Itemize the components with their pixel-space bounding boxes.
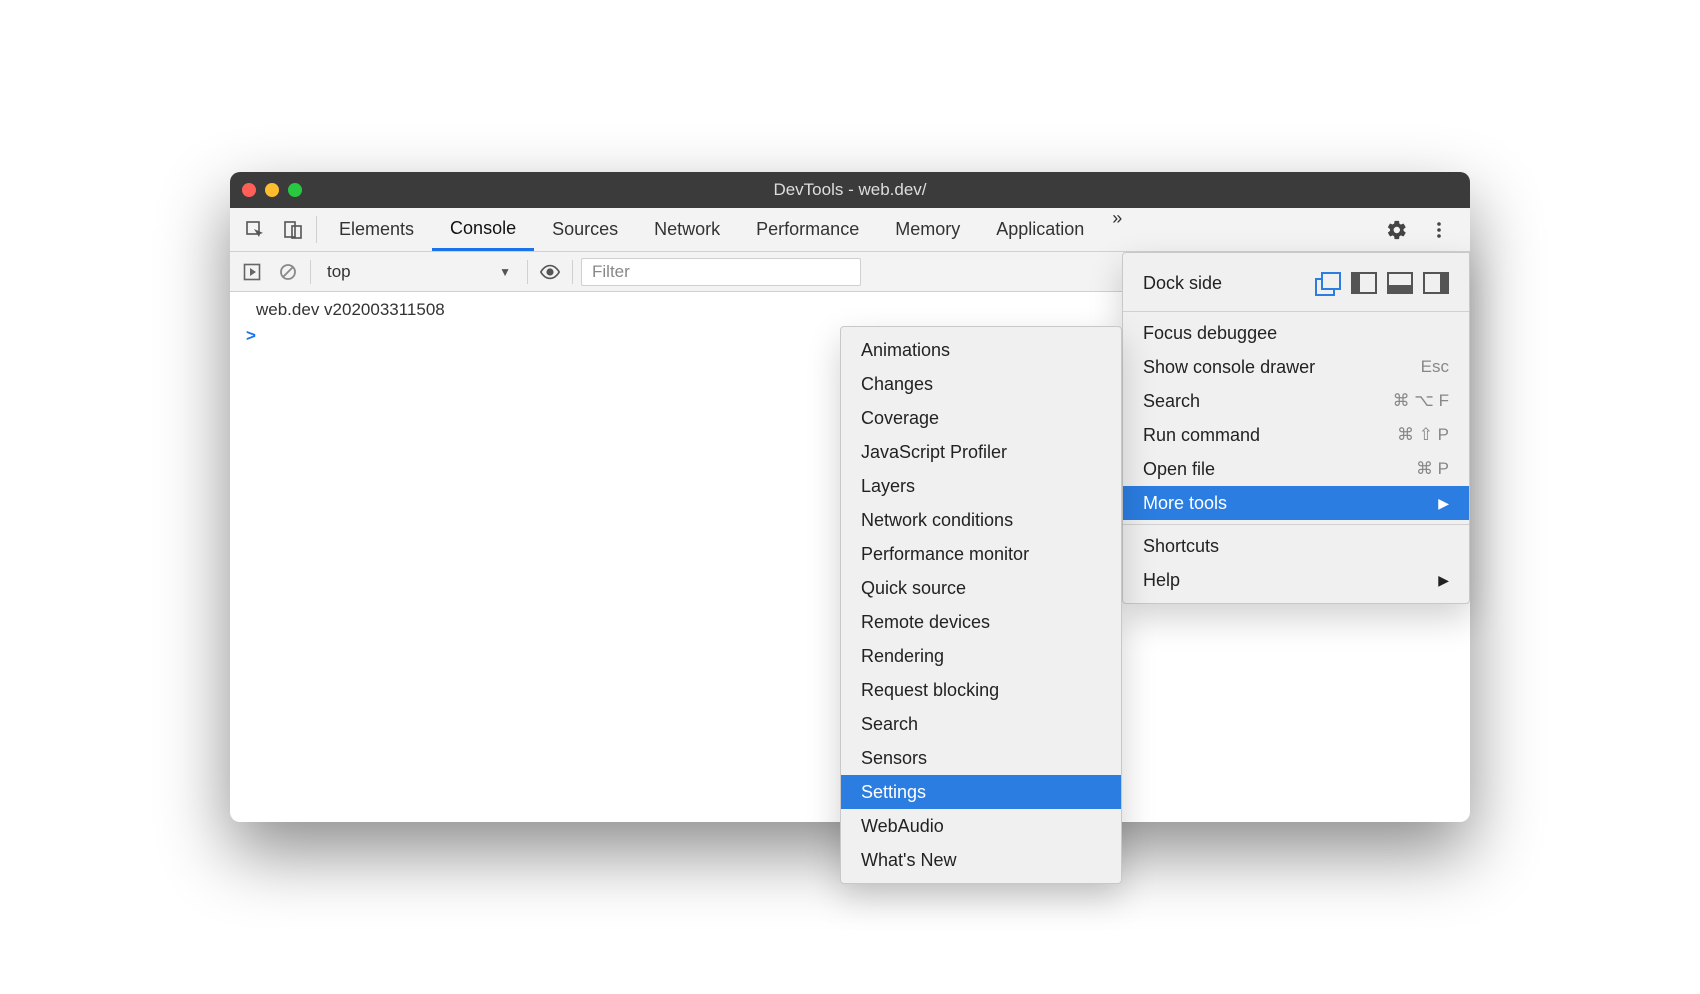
submenu-item-label: Network conditions bbox=[861, 510, 1013, 531]
tab-elements[interactable]: Elements bbox=[321, 208, 432, 251]
submenu-item-label: Coverage bbox=[861, 408, 939, 429]
menu-item-label: Help bbox=[1143, 570, 1180, 591]
dock-right-icon[interactable] bbox=[1423, 272, 1449, 294]
submenu-arrow-icon: ▶ bbox=[1438, 495, 1449, 512]
menu-item-label: Search bbox=[1143, 391, 1200, 412]
menu-shortcut: ⌘ ⇧ P bbox=[1397, 425, 1449, 445]
menu-shortcuts[interactable]: Shortcuts bbox=[1123, 529, 1469, 563]
menu-search[interactable]: Search ⌘ ⌥ F bbox=[1123, 384, 1469, 418]
tab-memory[interactable]: Memory bbox=[877, 208, 978, 251]
tab-network[interactable]: Network bbox=[636, 208, 738, 251]
submenu-item-label: What's New bbox=[861, 850, 956, 871]
submenu-arrow-icon: ▶ bbox=[1438, 572, 1449, 589]
submenu-item-network-conditions[interactable]: Network conditions bbox=[841, 503, 1121, 537]
submenu-item-label: Remote devices bbox=[861, 612, 990, 633]
separator bbox=[527, 260, 528, 284]
menu-item-label: Focus debuggee bbox=[1143, 323, 1277, 344]
separator bbox=[572, 260, 573, 284]
close-window-button[interactable] bbox=[242, 183, 256, 197]
panel-tabbar: Elements Console Sources Network Perform… bbox=[230, 208, 1470, 252]
submenu-item-label: Layers bbox=[861, 476, 915, 497]
inspect-element-icon[interactable] bbox=[236, 208, 274, 251]
menu-shortcut: ⌘ ⌥ F bbox=[1393, 391, 1449, 411]
submenu-item-remote-devices[interactable]: Remote devices bbox=[841, 605, 1121, 639]
separator bbox=[310, 260, 311, 284]
submenu-item-search[interactable]: Search bbox=[841, 707, 1121, 741]
traffic-lights bbox=[242, 183, 302, 197]
tab-sources[interactable]: Sources bbox=[534, 208, 636, 251]
submenu-item-label: Animations bbox=[861, 340, 950, 361]
submenu-item-label: Changes bbox=[861, 374, 933, 395]
menu-separator bbox=[1123, 524, 1469, 525]
play-icon[interactable] bbox=[238, 258, 266, 286]
submenu-item-label: JavaScript Profiler bbox=[861, 442, 1007, 463]
main-menu: Dock side Focus debuggee Show console dr… bbox=[1122, 252, 1470, 604]
menu-item-label: Show console drawer bbox=[1143, 357, 1315, 378]
tab-console[interactable]: Console bbox=[432, 208, 534, 251]
submenu-item-label: WebAudio bbox=[861, 816, 944, 837]
submenu-item-animations[interactable]: Animations bbox=[841, 333, 1121, 367]
tab-performance[interactable]: Performance bbox=[738, 208, 877, 251]
menu-item-label: More tools bbox=[1143, 493, 1227, 514]
menu-run-command[interactable]: Run command ⌘ ⇧ P bbox=[1123, 418, 1469, 452]
submenu-item-label: Quick source bbox=[861, 578, 966, 599]
settings-gear-icon[interactable] bbox=[1378, 219, 1416, 241]
separator bbox=[316, 216, 317, 243]
menu-item-label: Run command bbox=[1143, 425, 1260, 446]
submenu-item-label: Sensors bbox=[861, 748, 927, 769]
dock-bottom-icon[interactable] bbox=[1387, 272, 1413, 294]
titlebar: DevTools - web.dev/ bbox=[230, 172, 1470, 208]
window-title: DevTools - web.dev/ bbox=[230, 180, 1470, 200]
submenu-item-label: Search bbox=[861, 714, 918, 735]
submenu-item-quick-source[interactable]: Quick source bbox=[841, 571, 1121, 605]
more-tools-submenu: Animations Changes Coverage JavaScript Prof… bbox=[840, 326, 1122, 884]
submenu-item-what-s-new[interactable]: What's New bbox=[841, 843, 1121, 877]
devtools-window: DevTools - web.dev/ Elements Console Sou… bbox=[230, 172, 1470, 822]
menu-show-console-drawer[interactable]: Show console drawer Esc bbox=[1123, 350, 1469, 384]
menu-help[interactable]: Help ▶ bbox=[1123, 563, 1469, 597]
dock-undock-icon[interactable] bbox=[1315, 272, 1341, 294]
submenu-item-coverage[interactable]: Coverage bbox=[841, 401, 1121, 435]
submenu-item-rendering[interactable]: Rendering bbox=[841, 639, 1121, 673]
menu-focus-debuggee[interactable]: Focus debuggee bbox=[1123, 316, 1469, 350]
zoom-window-button[interactable] bbox=[288, 183, 302, 197]
tab-application[interactable]: Application bbox=[978, 208, 1102, 251]
context-value: top bbox=[327, 262, 351, 282]
submenu-item-changes[interactable]: Changes bbox=[841, 367, 1121, 401]
submenu-item-performance-monitor[interactable]: Performance monitor bbox=[841, 537, 1121, 571]
dock-side-row: Dock side bbox=[1123, 259, 1469, 307]
context-selector[interactable]: top ▼ bbox=[319, 258, 519, 286]
submenu-item-layers[interactable]: Layers bbox=[841, 469, 1121, 503]
kebab-menu-icon[interactable] bbox=[1420, 221, 1458, 239]
menu-more-tools[interactable]: More tools ▶ bbox=[1123, 486, 1469, 520]
menu-separator bbox=[1123, 311, 1469, 312]
submenu-item-settings[interactable]: Settings bbox=[841, 775, 1121, 809]
submenu-item-javascript-profiler[interactable]: JavaScript Profiler bbox=[841, 435, 1121, 469]
submenu-item-label: Settings bbox=[861, 782, 926, 803]
clear-console-icon[interactable] bbox=[274, 258, 302, 286]
device-toolbar-icon[interactable] bbox=[274, 208, 312, 251]
menu-shortcut: Esc bbox=[1421, 357, 1449, 377]
eye-icon[interactable] bbox=[536, 258, 564, 286]
submenu-item-label: Rendering bbox=[861, 646, 944, 667]
submenu-item-label: Performance monitor bbox=[861, 544, 1029, 565]
dropdown-triangle-icon: ▼ bbox=[499, 265, 511, 279]
menu-item-label: Shortcuts bbox=[1143, 536, 1219, 557]
submenu-item-request-blocking[interactable]: Request blocking bbox=[841, 673, 1121, 707]
more-tabs-icon[interactable]: » bbox=[1102, 208, 1132, 251]
filter-input[interactable] bbox=[581, 258, 861, 286]
menu-item-label: Open file bbox=[1143, 459, 1215, 480]
menu-open-file[interactable]: Open file ⌘ P bbox=[1123, 452, 1469, 486]
submenu-item-webaudio[interactable]: WebAudio bbox=[841, 809, 1121, 843]
dock-side-label: Dock side bbox=[1143, 273, 1222, 294]
dock-left-icon[interactable] bbox=[1351, 272, 1377, 294]
minimize-window-button[interactable] bbox=[265, 183, 279, 197]
menu-shortcut: ⌘ P bbox=[1416, 459, 1449, 479]
submenu-item-sensors[interactable]: Sensors bbox=[841, 741, 1121, 775]
submenu-item-label: Request blocking bbox=[861, 680, 999, 701]
